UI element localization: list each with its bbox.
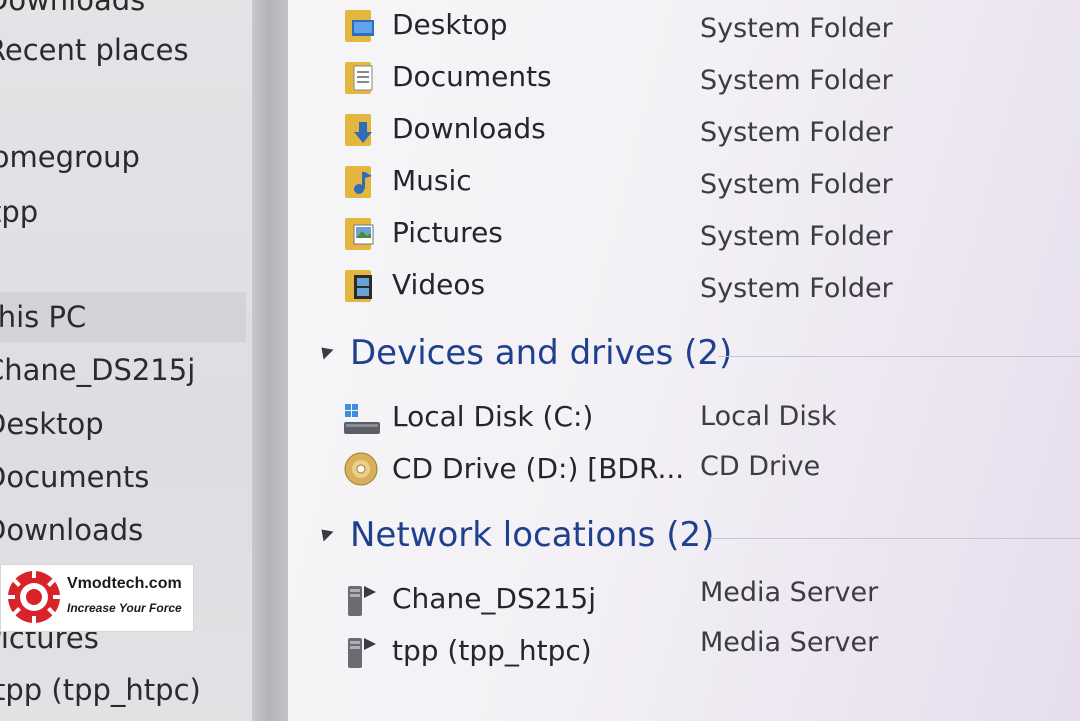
media-server-icon	[348, 638, 376, 668]
folder-row-downloads[interactable]: Downloads System Folder	[342, 106, 1080, 152]
watermark-brand: Vmodtech.com	[67, 575, 182, 592]
drive-row-cd-drive[interactable]: CD Drive (D:) [BDR... CD Drive	[342, 446, 1080, 492]
folder-row-music[interactable]: Music System Folder	[342, 158, 1080, 204]
nav-item-tpp[interactable]: tpp	[0, 190, 246, 234]
network-row-tpp-htpc[interactable]: tpp (tpp_htpc) Media Server	[342, 627, 1080, 674]
navigation-pane: Downloads Recent places Homegroup tpp Th…	[0, 0, 252, 721]
folder-row-pictures[interactable]: Pictures System Folder	[342, 210, 1080, 256]
nav-item-documents[interactable]: Documents	[0, 455, 246, 499]
documents-folder-icon	[345, 62, 373, 94]
pane-splitter[interactable]	[252, 0, 288, 721]
nav-item-desktop[interactable]: Desktop	[0, 402, 246, 446]
nav-item-downloads[interactable]: Downloads	[0, 0, 246, 22]
folder-row-desktop[interactable]: Desktop System Folder	[342, 2, 1080, 48]
music-folder-icon	[345, 166, 372, 198]
nav-item-homegroup[interactable]: Homegroup	[0, 135, 246, 179]
vmodtech-watermark: Vmodtech.com Increase Your Force	[0, 564, 194, 632]
downloads-folder-icon	[345, 114, 372, 146]
watermark-slogan: Increase Your Force	[67, 601, 182, 615]
folder-row-documents[interactable]: Documents System Folder	[342, 54, 1080, 100]
cd-drive-icon	[344, 452, 378, 486]
group-title-devices: Devices and drives (2)	[350, 333, 733, 373]
local-disk-icon	[344, 404, 380, 434]
folder-row-videos[interactable]: Videos System Folder	[342, 262, 1080, 308]
nav-item-downloads-2[interactable]: Downloads	[0, 508, 246, 552]
vmodtech-logo-icon	[5, 568, 63, 626]
nav-item-chane-ds215j[interactable]: Chane_DS215j	[0, 348, 246, 392]
group-divider	[718, 356, 1080, 357]
group-title-network: Network locations (2)	[350, 515, 715, 555]
group-header-devices[interactable]: Devices and drives (2)	[314, 328, 1080, 378]
videos-folder-icon	[345, 270, 372, 302]
media-server-icon	[348, 586, 376, 616]
group-header-network[interactable]: Network locations (2)	[314, 510, 1080, 560]
collapse-triangle-icon[interactable]	[316, 524, 334, 542]
group-divider	[710, 538, 1080, 539]
drive-row-local-disk[interactable]: Local Disk (C:) Local Disk	[342, 394, 1080, 440]
nav-item-tpp-htpc[interactable]: tpp (tpp_htpc)	[0, 668, 246, 712]
nav-item-recent-places[interactable]: Recent places	[0, 28, 246, 72]
network-row-chane-ds215j[interactable]: Chane_DS215j Media Server	[342, 576, 1080, 622]
nav-item-this-pc[interactable]: This PC	[0, 292, 246, 342]
pictures-folder-icon	[345, 218, 374, 250]
collapse-triangle-icon[interactable]	[316, 342, 334, 360]
desktop-folder-icon	[345, 10, 374, 42]
